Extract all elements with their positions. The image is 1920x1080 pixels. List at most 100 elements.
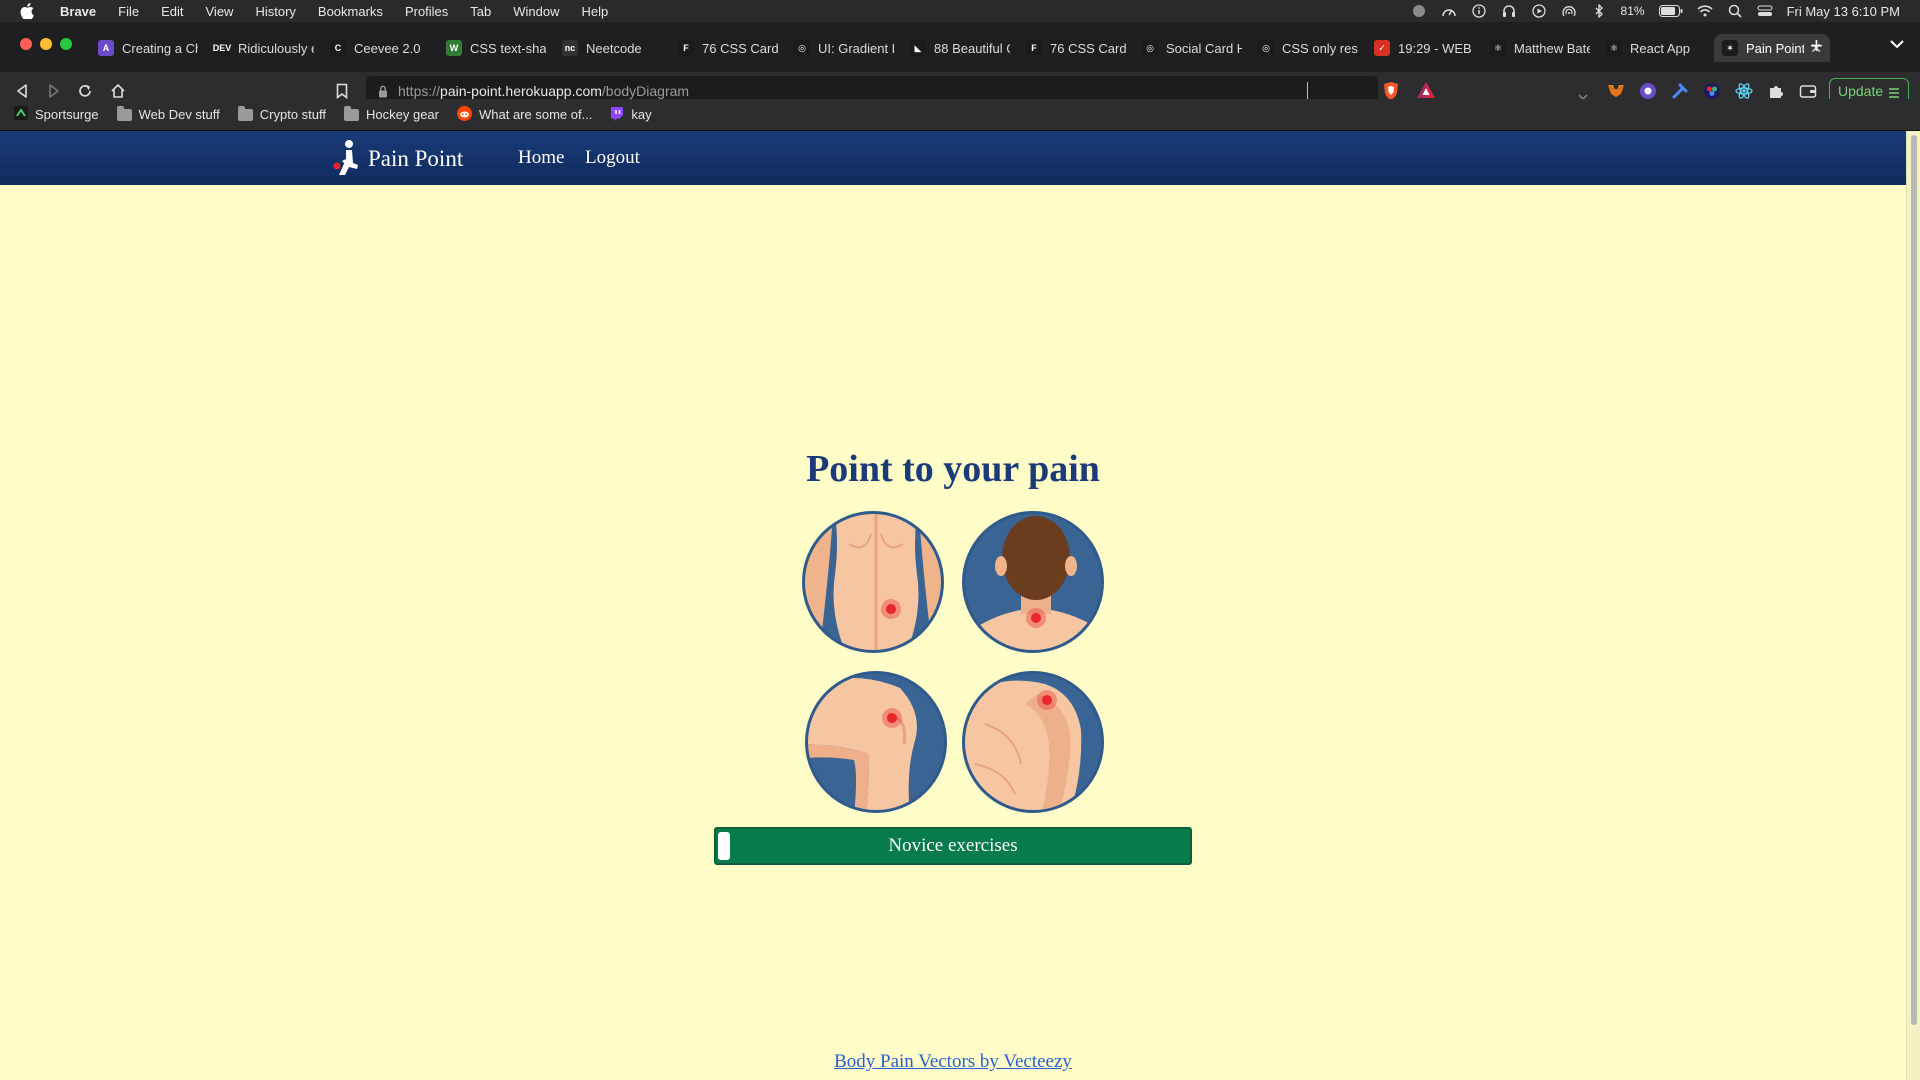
url-protocol: https:// xyxy=(398,83,441,99)
tab-favicon-icon: DEV xyxy=(213,40,231,56)
close-window-button[interactable] xyxy=(20,38,32,50)
bookmark-folder-hockey[interactable]: Hockey gear xyxy=(344,105,439,122)
menu-history[interactable]: History xyxy=(255,4,295,19)
tab-title: Neetcode xyxy=(586,40,642,56)
tab-favicon-icon: ⚛ xyxy=(1606,40,1622,56)
zoom-window-button[interactable] xyxy=(60,38,72,50)
menu-window[interactable]: Window xyxy=(513,4,559,19)
vecteezy-credit-link[interactable]: Body Pain Vectors by Vecteezy xyxy=(834,1051,1072,1072)
body-part-neck[interactable] xyxy=(962,511,1104,653)
browser-tab[interactable]: DEV Ridiculously e xyxy=(206,34,322,62)
forward-button[interactable] xyxy=(44,81,64,101)
bookmark-label: Hockey gear xyxy=(366,107,439,122)
difficulty-toggle-handle[interactable] xyxy=(718,832,730,860)
tab-title: 76 CSS Cards xyxy=(1050,40,1126,56)
wallet-icon[interactable] xyxy=(1798,81,1818,101)
reload-button[interactable] xyxy=(75,81,95,101)
novice-exercises-button[interactable]: Novice exercises xyxy=(714,827,1192,865)
menu-edit[interactable]: Edit xyxy=(161,4,183,19)
menu-view[interactable]: View xyxy=(206,4,234,19)
bookmark-folder-web-dev[interactable]: Web Dev stuff xyxy=(116,105,220,122)
airdrop-icon[interactable] xyxy=(1561,3,1577,19)
home-button[interactable] xyxy=(108,81,128,101)
bookmark-label: Crypto stuff xyxy=(259,107,326,122)
body-part-lower-back[interactable] xyxy=(802,511,944,653)
tab-title: 88 Beautiful C xyxy=(934,40,1010,56)
body-part-knee[interactable] xyxy=(805,671,947,813)
battery-icon[interactable] xyxy=(1658,3,1683,19)
metamask-fox-icon[interactable] xyxy=(1606,81,1626,101)
browser-tab[interactable]: ◎ Social Card H xyxy=(1134,34,1250,62)
menubar-status-area: 81% Fri May 13 6:10 PM xyxy=(1411,0,1900,22)
browser-tab[interactable]: F 76 CSS Cards xyxy=(670,34,786,62)
tab-title: React App xyxy=(1630,40,1690,56)
tools-extension-icon[interactable] xyxy=(1670,81,1690,101)
menu-help[interactable]: Help xyxy=(582,4,609,19)
body-part-shoulder[interactable] xyxy=(962,671,1104,813)
menu-app-brave[interactable]: Brave xyxy=(60,4,96,19)
nav-logout-link[interactable]: Logout xyxy=(585,147,640,169)
tab-favicon-icon: ◣ xyxy=(910,40,926,56)
bookmark-folder-crypto[interactable]: Crypto stuff xyxy=(237,105,326,122)
menu-bookmarks[interactable]: Bookmarks xyxy=(318,4,383,19)
reddit-icon xyxy=(456,105,472,124)
browser-tab[interactable]: W CSS text-sha xyxy=(438,34,554,62)
record-icon[interactable] xyxy=(1411,3,1427,19)
redux-devtools-icon[interactable] xyxy=(1638,81,1658,101)
play-circle-icon[interactable] xyxy=(1531,3,1547,19)
tab-title: Ridiculously e xyxy=(238,40,314,56)
extensions-bar xyxy=(1606,81,1818,101)
browser-tab[interactable]: ◎ CSS only resp xyxy=(1250,34,1366,62)
browser-tab[interactable]: nc Neetcode xyxy=(554,34,670,62)
scrollbar-thumb[interactable] xyxy=(1911,135,1917,1025)
browser-tab[interactable]: ✓ 19:29 - WEB xyxy=(1366,34,1482,62)
bookmark-label: What are some of... xyxy=(478,107,593,122)
lock-icon[interactable] xyxy=(378,85,388,98)
nav-home-link[interactable]: Home xyxy=(518,147,564,169)
react-devtools-icon[interactable] xyxy=(1734,81,1754,101)
apple-icon[interactable] xyxy=(20,3,36,19)
new-tab-button[interactable]: + xyxy=(1810,35,1823,57)
back-button[interactable] xyxy=(12,81,32,101)
control-center-icon[interactable] xyxy=(1757,3,1773,19)
battery-percent: 81% xyxy=(1620,4,1645,18)
headphones-icon[interactable] xyxy=(1501,3,1517,19)
browser-tab[interactable]: C Ceevee 2.0 xyxy=(322,34,438,62)
bookmark-label: Web Dev stuff xyxy=(138,107,220,122)
browser-tab[interactable]: ⚛ React App xyxy=(1598,34,1714,62)
brand-link[interactable]: Pain Point xyxy=(328,139,463,179)
browser-tab[interactable]: ⚛ Matthew Bate xyxy=(1482,34,1598,62)
tab-title: UI: Gradient E xyxy=(818,40,894,56)
gauge-icon[interactable] xyxy=(1441,3,1457,19)
tab-title: Matthew Bate xyxy=(1514,40,1590,56)
spotlight-search-icon[interactable] xyxy=(1727,3,1743,19)
colorful-extension-icon[interactable] xyxy=(1702,81,1722,101)
tab-title: Ceevee 2.0 xyxy=(354,40,421,56)
wifi-icon[interactable] xyxy=(1697,3,1713,19)
menu-file[interactable]: File xyxy=(118,4,139,19)
menu-profiles[interactable]: Profiles xyxy=(405,4,448,19)
browser-tab[interactable]: F 76 CSS Cards xyxy=(1018,34,1134,62)
page-scrollbar[interactable] xyxy=(1906,131,1920,1080)
tab-favicon-icon: ◎ xyxy=(1258,40,1274,56)
tab-search-chevron-icon[interactable] xyxy=(1890,36,1904,54)
bookmark-sportsurge[interactable]: Sportsurge xyxy=(14,106,99,123)
bookmark-page-button[interactable] xyxy=(332,81,352,101)
browser-tab[interactable]: A Creating a Ch xyxy=(90,34,206,62)
tab-title: Pain Point xyxy=(1746,40,1805,56)
bookmark-twitch[interactable]: kay xyxy=(610,106,652,124)
bluetooth-icon[interactable] xyxy=(1591,3,1607,19)
browser-tab[interactable]: ◣ 88 Beautiful C xyxy=(902,34,1018,62)
browser-tab-strip: A Creating a Ch DEV Ridiculously e C Ceevee 2… xyxy=(0,22,1920,72)
tab-favicon-icon: W xyxy=(446,40,462,56)
address-bar-divider xyxy=(1307,82,1308,100)
tab-favicon-icon: F xyxy=(1026,40,1042,56)
page-viewport: Pain Point Home Logout Point to your pai… xyxy=(0,131,1906,1080)
info-circle-icon[interactable] xyxy=(1471,3,1487,19)
menubar-clock[interactable]: Fri May 13 6:10 PM xyxy=(1787,4,1900,19)
browser-tab[interactable]: ◎ UI: Gradient E xyxy=(786,34,902,62)
extensions-puzzle-icon[interactable] xyxy=(1766,81,1786,101)
menu-tab[interactable]: Tab xyxy=(470,4,491,19)
minimize-window-button[interactable] xyxy=(40,38,52,50)
bookmark-reddit[interactable]: What are some of... xyxy=(456,105,593,124)
